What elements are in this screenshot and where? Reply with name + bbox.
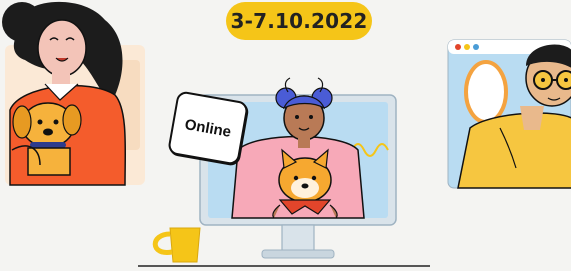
red-dot-icon — [455, 44, 461, 50]
online-badge: Online — [166, 90, 250, 166]
coffee-cup-icon — [152, 227, 201, 263]
online-badge-label: Online — [183, 115, 233, 141]
event-date-label: 3-7.10.2022 — [230, 9, 368, 33]
blue-dot-icon — [473, 44, 479, 50]
yellow-dot-icon — [464, 44, 470, 50]
scene-artwork — [2, 1, 571, 267]
illustration-scene: 3-7.10.2022 Online — [0, 0, 571, 271]
